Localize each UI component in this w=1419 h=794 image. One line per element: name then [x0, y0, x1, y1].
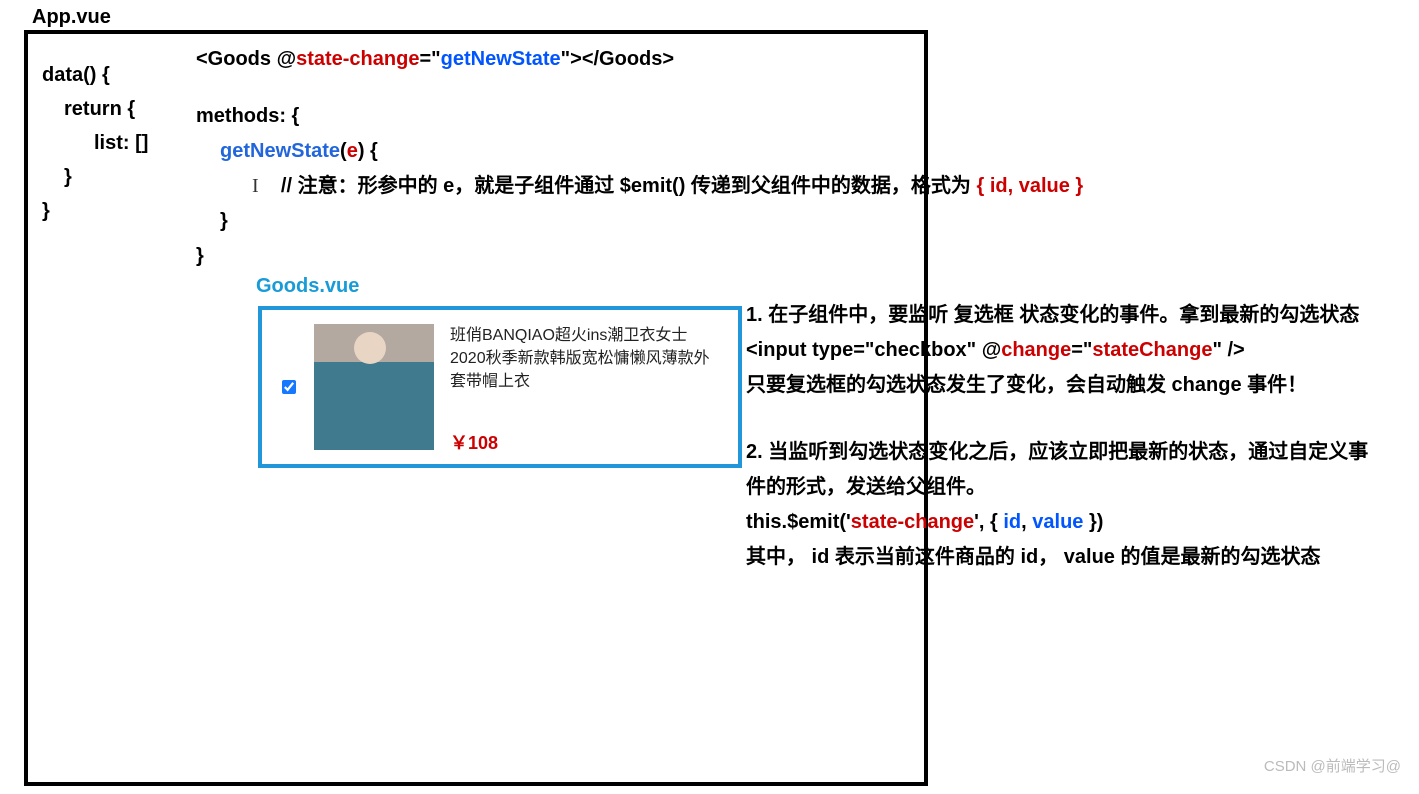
comment-object: { id, value } [977, 175, 1084, 197]
code-text: this.$emit(' [746, 511, 851, 533]
method-name: getNewState [220, 140, 340, 162]
code-text: ) { [358, 140, 378, 162]
code-text: =" [1071, 339, 1092, 361]
comment-text: // 注意：形参中的 e，就是子组件通过 $emit() 传递到父组件中的数据，… [281, 175, 977, 197]
goods-tag-line: <Goods @state-change="getNewState"></Goo… [196, 42, 1083, 77]
explanation-block: 1. 在子组件中，要监听 复选框 状态变化的事件。拿到最新的勾选状态 <inpu… [746, 298, 1386, 575]
goods-checkbox[interactable] [282, 380, 296, 394]
template-methods-code: <Goods @state-change="getNewState"></Goo… [196, 42, 1083, 274]
product-info: 班俏BANQIAO超火ins潮卫衣女士2020秋季新款韩版宽松慵懒风薄款外套带帽… [434, 320, 722, 456]
code-line: } [42, 194, 148, 228]
explain-step-2: 2. 当监听到勾选状态变化之后，应该立即把最新的状态，通过自定义事件的形式，发送… [746, 435, 1386, 505]
emit-line: this.$emit('state-change', { id, value }… [746, 505, 1386, 540]
data-block-code: data() { return { list: [] } } [42, 58, 148, 228]
product-title: 班俏BANQIAO超火ins潮卫衣女士2020秋季新款韩版宽松慵懒风薄款外套带帽… [450, 324, 722, 394]
code-text: <Goods @ [196, 48, 296, 70]
code-text: , [1021, 511, 1032, 533]
explain-step-1: 1. 在子组件中，要监听 复选框 状态变化的事件。拿到最新的勾选状态 [746, 298, 1386, 333]
method-signature: getNewState(e) { [196, 134, 1083, 169]
product-price: ￥108 [450, 430, 722, 456]
code-text: "></Goods> [561, 48, 674, 70]
code-line: } [196, 239, 1083, 274]
watermark: CSDN @前端学习@ [1264, 755, 1401, 776]
goods-card: 班俏BANQIAO超火ins潮卫衣女士2020秋季新款韩版宽松慵懒风薄款外套带帽… [258, 306, 742, 468]
input-tag-line: <input type="checkbox" @change="stateCha… [746, 333, 1386, 368]
code-text: <input type="checkbox" @ [746, 339, 1001, 361]
param-name: e [347, 140, 358, 162]
explain-change-note: 只要复选框的勾选状态发生了变化，会自动触发 change 事件！ [746, 368, 1386, 403]
goods-vue-label: Goods.vue [256, 275, 359, 298]
emit-value: value [1032, 511, 1083, 533]
product-image [314, 324, 434, 450]
emit-event: state-change [851, 511, 974, 533]
code-line: } [196, 204, 1083, 239]
methods-head: methods: { [196, 99, 1083, 134]
code-line: return { [42, 92, 148, 126]
code-text: }) [1083, 511, 1103, 533]
comment-line: I // 注意：形参中的 e，就是子组件通过 $emit() 传递到父组件中的数… [196, 169, 1083, 204]
code-text: ( [340, 140, 347, 162]
event-name: change [1001, 339, 1071, 361]
code-line: list: [] [42, 126, 148, 160]
explain-id-value-note: 其中， id 表示当前这件商品的 id， value 的值是最新的勾选状态 [746, 540, 1386, 575]
code-line: data() { [42, 58, 148, 92]
app-vue-label: App.vue [32, 6, 111, 29]
emit-id: id [1003, 511, 1021, 533]
handler-name: getNewState [441, 48, 561, 70]
text-cursor-icon: I [248, 175, 259, 197]
code-text: =" [419, 48, 440, 70]
handler-name: stateChange [1092, 339, 1212, 361]
code-line: } [42, 160, 148, 194]
event-name: state-change [296, 48, 419, 70]
code-text: ', { [974, 511, 1003, 533]
code-text: " /> [1212, 339, 1244, 361]
